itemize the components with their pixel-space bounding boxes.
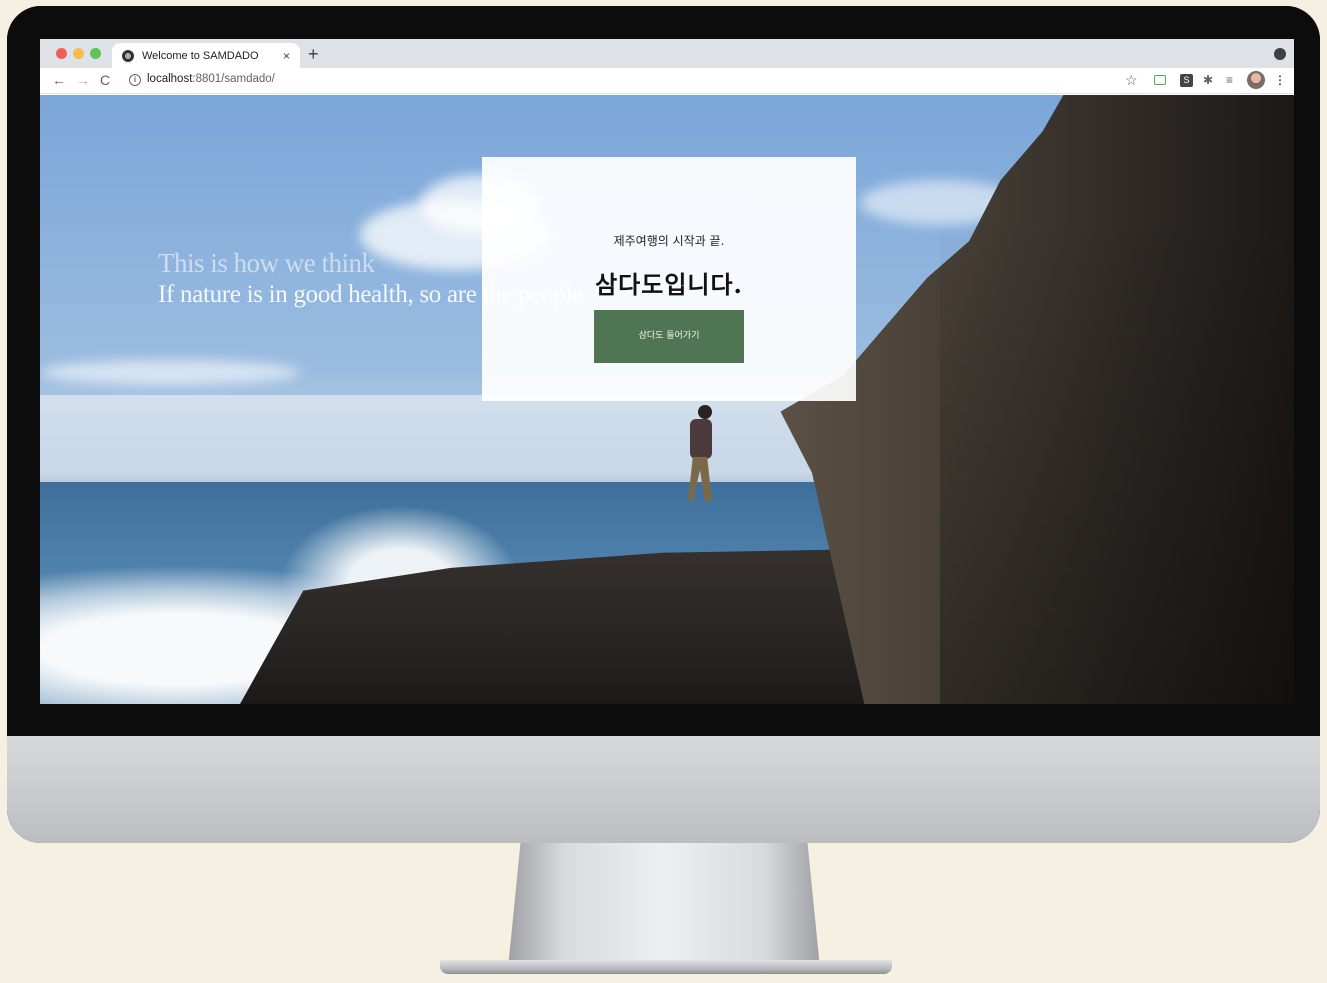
tab-title: Welcome to SAMDADO [142,49,259,62]
reading-list-icon[interactable]: ≡ [1226,72,1233,88]
reload-button[interactable]: C [100,71,110,89]
cloud [40,360,300,385]
url-path: :8801/samdado/ [192,73,275,85]
forward-button[interactable]: → [76,71,90,89]
maximize-window-button[interactable] [90,48,101,59]
browser-toolbar: ← → C i localhost:8801/samdado/ ☆ S ✱ ≡ … [40,68,1294,94]
hiker-legs [688,457,712,501]
monitor-stand-base [440,960,892,974]
bookmark-star-icon[interactable]: ☆ [1125,72,1138,88]
back-button[interactable]: ← [52,71,66,89]
extensions-puzzle-icon[interactable]: ✱ [1203,72,1213,88]
more-menu-icon[interactable]: ⋮ [1274,72,1286,88]
globe-icon [122,49,134,62]
tab-strip: Welcome to SAMDADO × + [40,39,1294,68]
page-viewport: This is how we think If nature is in goo… [40,95,1294,704]
hero-card: 제주여행의 시작과 끝. 삼다도입니다. 삼다도 들어가기 [482,157,856,401]
monitor-stand-neck [508,843,820,968]
extension-s-icon[interactable]: S [1180,74,1193,87]
address-bar[interactable]: localhost:8801/samdado/ [147,73,275,85]
cliff-shadow [940,215,1294,704]
extension-screen-icon[interactable] [1154,75,1166,85]
hero-title: 삼다도입니다. [595,270,743,299]
hiker-body [690,419,712,459]
new-tab-button[interactable]: + [308,43,319,65]
tab-samdado[interactable]: Welcome to SAMDADO × [112,43,300,68]
tagline-line-1: This is how we think [158,248,375,278]
hiker-head [698,405,712,419]
close-tab-icon[interactable]: × [283,49,290,63]
site-info-icon[interactable]: i [129,74,141,86]
minimize-window-button[interactable] [73,48,84,59]
enter-samdado-button[interactable]: 삼다도 들어가기 [594,310,744,363]
monitor: Welcome to SAMDADO × + ← → C i localhost… [7,6,1320,843]
hero-subtitle: 제주여행의 시작과 끝. [613,234,725,248]
tab-search-icon[interactable] [1274,48,1286,60]
profile-avatar[interactable] [1247,71,1265,89]
close-window-button[interactable] [56,48,67,59]
browser-window: Welcome to SAMDADO × + ← → C i localhost… [40,39,1294,704]
monitor-chin [7,736,1320,843]
hiker-figure [680,405,720,505]
url-host: localhost [147,73,193,85]
